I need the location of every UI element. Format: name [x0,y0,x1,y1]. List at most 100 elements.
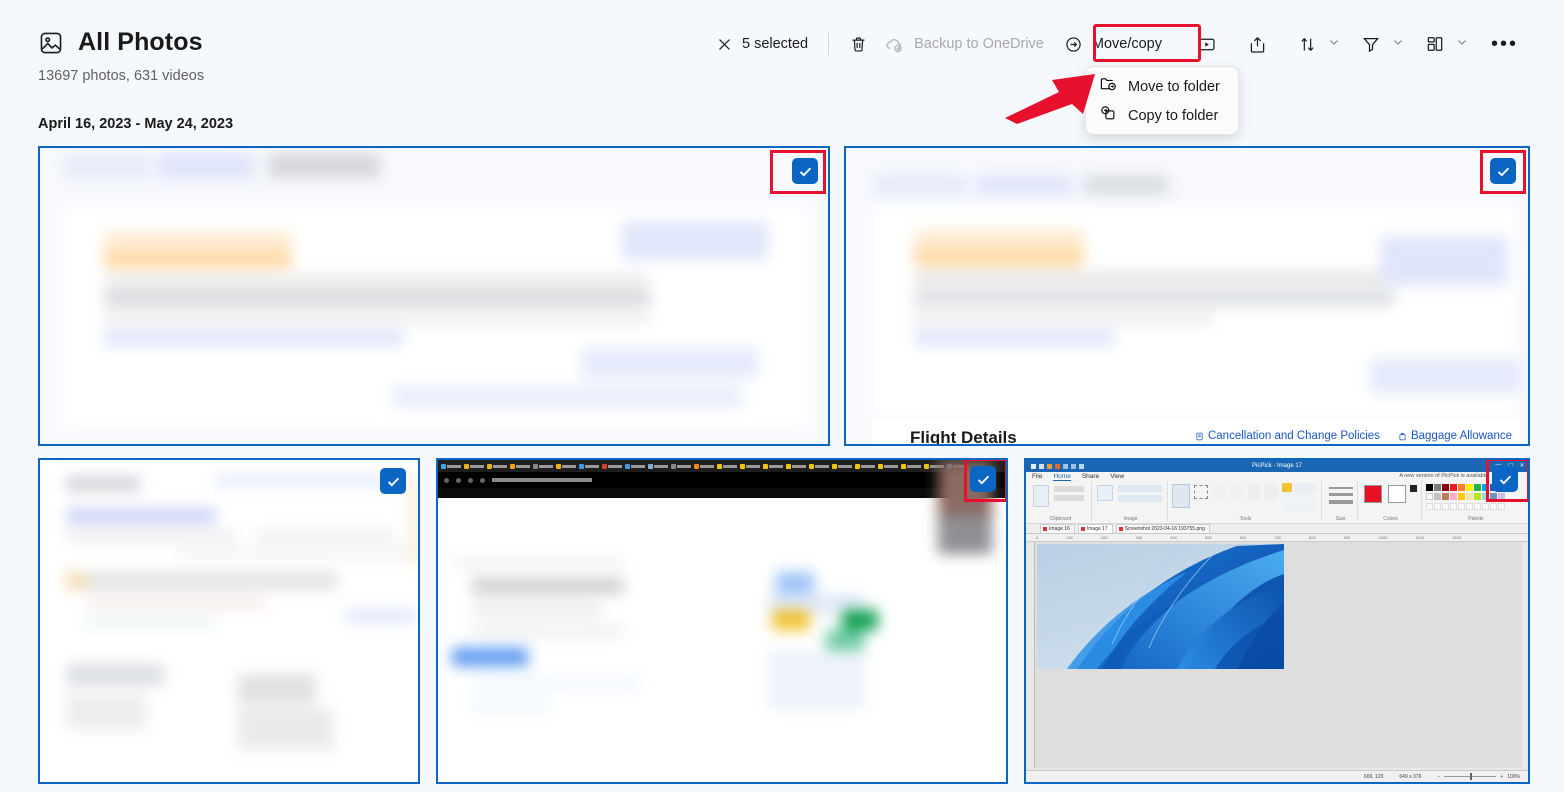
group-label-colors: Colors [1383,516,1398,522]
menu-item-copy-to-folder[interactable]: Copy to folder [1086,101,1238,130]
photo-tile-4[interactable] [436,458,1008,784]
ruler-mark: 1000 [1378,535,1388,540]
tile-1-selection-checkbox[interactable] [792,158,818,184]
doc-tab-label: Image 16 [1049,526,1070,532]
cancellation-policy-label: Cancellation and Change Policies [1207,430,1380,442]
sort-button[interactable] [1290,27,1325,61]
zoom-slider-group[interactable]: − + 100% [1437,773,1520,780]
move-copy-dropdown-menu: Move to folder Copy to folder [1085,66,1239,135]
url-text [492,478,592,482]
more-options-icon: ••• [1490,33,1518,55]
layout-button[interactable] [1417,27,1453,61]
reload-icon [468,477,473,483]
ribbon-group-image: Image [1094,481,1168,522]
tile-3-selection-checkbox[interactable] [380,468,406,494]
share-button[interactable] [1239,27,1276,61]
ribbon-group-colors: Colors [1360,481,1422,522]
page-title: All Photos [78,28,203,56]
menu-item-label: Move to folder [1128,78,1220,95]
trash-icon [849,35,868,54]
sort-control[interactable] [1290,27,1343,61]
zoom-slider[interactable] [1444,773,1497,780]
checkmark-icon [1497,167,1509,176]
move-copy-button[interactable]: Move/copy [1052,27,1174,61]
ruler-mark: 700 [1274,535,1282,540]
menu-item-move-to-folder[interactable]: Move to folder [1086,72,1238,101]
menu-item-label: Copy to folder [1128,107,1219,124]
photo-tile-2[interactable]: Flight Details Cancellation and Change P… [844,146,1530,446]
cancellation-policy-link[interactable]: Cancellation and Change Policies [1195,430,1380,442]
browser-tab [739,462,761,471]
zoom-out-icon[interactable]: − [1437,774,1440,780]
ruler-mark: 200 [1100,535,1108,540]
layout-icon [1425,34,1445,54]
more-options-button[interactable]: ••• [1479,27,1530,61]
tile-1-thumbnail [40,148,828,444]
browser-tab [854,462,876,471]
menu-home[interactable]: Home [1053,473,1071,481]
browser-tab [601,462,623,471]
group-label-image: Image [1123,516,1138,522]
browser-tab [670,462,692,471]
browser-tab [578,462,600,471]
browser-tab [532,462,554,471]
browser-tab [762,462,784,471]
share-icon [1247,34,1268,55]
browser-address-bar[interactable] [438,472,1006,488]
checkmark-icon [977,475,989,484]
picpick-canvas[interactable] [1034,542,1522,768]
selected-count-label: 5 selected [741,36,809,52]
menu-share[interactable]: Share [1082,473,1099,481]
baggage-icon [1399,432,1406,440]
backup-to-onedrive-button[interactable]: Backup to OneDrive [876,27,1052,61]
backup-label: Backup to OneDrive [914,36,1044,52]
doc-tab-screenshot[interactable]: Screenshot 2023-04-16 193755.png [1115,524,1210,533]
doc-tab-image17[interactable]: Image 17 [1077,524,1113,533]
browser-tab [808,462,830,471]
clear-selection-button[interactable]: 5 selected [708,27,816,61]
photo-tile-5[interactable]: PicPick - Image 17 —▢✕ File Home Share V… [1024,458,1530,784]
browser-tab [509,462,531,471]
ruler-mark: 0 [1036,535,1039,540]
slideshow-button[interactable] [1188,27,1225,61]
layout-control[interactable] [1417,27,1471,61]
sort-icon [1298,35,1317,54]
app-header: All Photos 13697 photos, 631 videos Apri… [0,0,1564,135]
tile-4-selection-checkbox[interactable] [970,466,996,492]
browser-tab-strip [438,460,1006,472]
slideshow-icon [1196,34,1217,55]
delete-button[interactable] [841,27,876,61]
browser-tab [463,462,485,471]
filter-button[interactable] [1353,27,1389,61]
zoom-in-icon[interactable]: + [1500,774,1503,780]
browser-tab [440,462,462,471]
menu-file[interactable]: File [1032,473,1042,481]
back-icon [444,477,449,483]
picpick-menu-bar[interactable]: File Home Share View [1032,473,1124,481]
picpick-document-tabs[interactable]: Image 16 Image 17 Screenshot 2023-04-16 … [1026,524,1528,534]
ruler-mark: 500 [1204,535,1212,540]
checkmark-icon [1499,475,1511,484]
doc-tab-image16[interactable]: Image 16 [1040,524,1075,533]
date-range-label: April 16, 2023 - May 24, 2023 [38,116,234,132]
menu-view[interactable]: View [1110,473,1124,481]
photo-count-subtitle: 13697 photos, 631 videos [38,68,205,84]
group-label-size: Size [1335,516,1346,522]
baggage-allowance-label: Baggage Allowance [1410,430,1512,442]
selection-toolbar: 5 selected Backup to OneDrive Move/copy … [708,26,1530,62]
tile-5-selection-checkbox[interactable] [1492,466,1518,492]
tile-2-selection-checkbox[interactable] [1490,158,1516,184]
ribbon-group-size: Size [1324,481,1358,522]
ruler-mark: 900 [1343,535,1351,540]
page-title-row: All Photos [38,28,203,57]
photo-tile-1[interactable] [38,146,830,446]
filter-control[interactable] [1353,27,1407,61]
doc-tab-label: Image 17 [1086,526,1108,532]
chevron-down-icon[interactable] [1325,35,1343,54]
ruler-mark: 800 [1309,535,1316,540]
picpick-status-bar: 669, 120 649 x 376 − + 100% [1026,770,1528,782]
chevron-down-icon[interactable] [1389,35,1407,54]
photo-tile-3[interactable] [38,458,420,784]
baggage-allowance-link[interactable]: Baggage Allowance [1398,430,1512,442]
chevron-down-icon[interactable] [1453,35,1471,54]
